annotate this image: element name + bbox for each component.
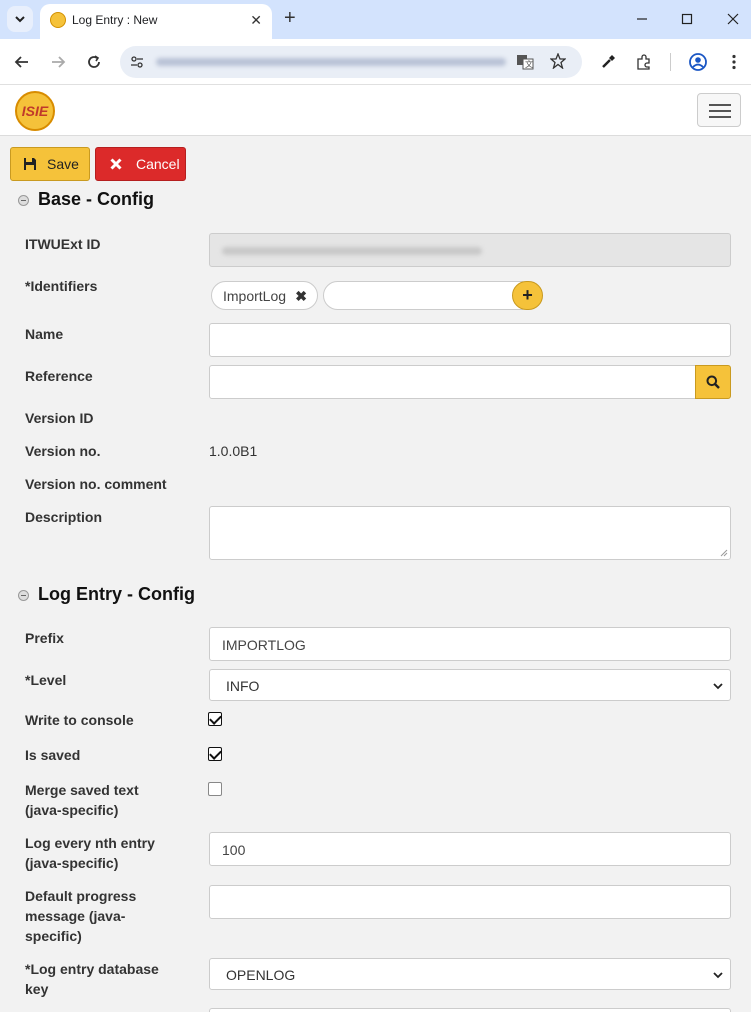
hamburger-line — [709, 110, 731, 112]
description-textarea[interactable] — [209, 506, 731, 560]
prefix-field[interactable]: IMPORTLOG — [209, 627, 731, 661]
eyedropper-extension-icon[interactable] — [597, 51, 619, 73]
identifiers-label: *Identifiers — [25, 278, 98, 294]
collapse-log-icon[interactable] — [18, 590, 29, 601]
is-saved-label: Is saved — [25, 747, 81, 763]
version-comment-label: Version no. comment — [25, 476, 167, 492]
section-title-log: Log Entry - Config — [38, 584, 195, 604]
is-saved-checkbox[interactable] — [208, 747, 222, 761]
extensions-puzzle-icon[interactable] — [633, 51, 655, 73]
name-field[interactable] — [209, 323, 731, 357]
tab-close-icon[interactable]: ✕ — [250, 12, 262, 29]
identifier-chip: ImportLog ✖ — [211, 281, 318, 310]
progress-message-label: Default progress message (java-specific) — [25, 888, 137, 944]
url-omnibox[interactable]: 文 — [120, 46, 582, 78]
cancel-x-icon — [110, 158, 122, 170]
floppy-disk-icon — [24, 158, 36, 170]
svg-text:文: 文 — [525, 59, 533, 69]
reference-label: Reference — [25, 368, 93, 384]
hamburger-line — [709, 104, 731, 106]
browser-address-bar: 文 — [0, 39, 751, 85]
db-key-label: *Log entry database key — [25, 961, 159, 997]
name-label: Name — [25, 326, 64, 342]
itwuext-field — [209, 233, 731, 267]
search-icon — [706, 375, 720, 389]
description-label: Description — [25, 509, 103, 525]
merge-saved-label: Merge saved text (java-specific) — [25, 782, 139, 818]
browser-tab[interactable]: Log Entry : New ✕ — [40, 4, 272, 39]
itwuext-value-blurred — [222, 247, 482, 255]
browser-menu-icon[interactable] — [723, 51, 745, 73]
add-identifier-button[interactable]: + — [512, 281, 543, 310]
minimize-icon[interactable] — [630, 8, 654, 30]
tab-search-button[interactable] — [7, 6, 33, 32]
collapse-base-icon[interactable] — [18, 195, 29, 206]
browser-tab-bar: Log Entry : New ✕ + — [0, 0, 751, 39]
bookmark-star-icon[interactable] — [549, 52, 567, 74]
window-close-icon[interactable] — [721, 8, 745, 30]
write-console-checkbox[interactable] — [208, 712, 222, 726]
save-button[interactable]: Save — [10, 147, 90, 181]
resize-handle-icon[interactable] — [720, 549, 728, 557]
chevron-down-icon — [15, 16, 25, 23]
save-button-label: Save — [47, 156, 79, 172]
version-no-label: Version no. — [25, 443, 101, 459]
version-no-value: 1.0.0B1 — [209, 443, 258, 459]
prefix-label: Prefix — [25, 630, 64, 646]
reference-field[interactable] — [209, 365, 699, 399]
nth-entry-label: Log every nth entry (java-specific) — [25, 835, 155, 871]
profile-avatar-icon[interactable] — [687, 51, 709, 73]
section-title-base: Base - Config — [38, 189, 155, 209]
identifier-chip-text: ImportLog — [223, 288, 287, 304]
chevron-down-icon — [713, 683, 723, 690]
chevron-down-icon — [713, 972, 723, 979]
db-key-select[interactable]: OPENLOG — [209, 958, 731, 990]
site-info-icon[interactable] — [130, 55, 144, 74]
new-tab-button[interactable]: + — [284, 8, 296, 28]
progress-message-field[interactable] — [209, 885, 731, 919]
chip-remove-icon[interactable]: ✖ — [295, 288, 307, 305]
reload-icon[interactable] — [83, 51, 105, 73]
hamburger-line — [709, 116, 731, 118]
nth-entry-field[interactable]: 100 — [209, 832, 731, 866]
merge-saved-checkbox[interactable] — [208, 782, 222, 796]
level-label: *Level — [25, 672, 67, 688]
write-console-label: Write to console — [25, 712, 134, 728]
translate-icon[interactable]: 文 — [516, 54, 534, 75]
maximize-icon[interactable] — [675, 8, 699, 30]
tab-title: Log Entry : New — [72, 13, 158, 27]
forward-arrow-icon[interactable] — [47, 51, 69, 73]
cancel-button-label: Cancel — [136, 156, 180, 172]
identifier-input[interactable] — [323, 281, 523, 310]
level-selected-value: INFO — [226, 678, 260, 694]
url-text-blurred — [156, 58, 506, 66]
level-select[interactable]: INFO — [209, 669, 731, 701]
hamburger-menu-button[interactable] — [697, 93, 741, 127]
itwuext-label: ITWUExt ID — [25, 236, 101, 252]
logo-text: ISIE — [21, 103, 49, 119]
cancel-button[interactable]: Cancel — [95, 147, 186, 181]
db-key-selected-value: OPENLOG — [226, 967, 296, 983]
isie-logo[interactable]: ISIE — [15, 91, 55, 131]
toolbar-divider — [670, 53, 671, 71]
back-arrow-icon[interactable] — [11, 51, 33, 73]
app-header: ISIE — [0, 85, 751, 136]
version-id-label: Version ID — [25, 410, 94, 426]
reference-search-button[interactable] — [695, 365, 731, 399]
site-favicon-icon — [50, 12, 66, 28]
next-field-partial[interactable] — [209, 1008, 731, 1012]
